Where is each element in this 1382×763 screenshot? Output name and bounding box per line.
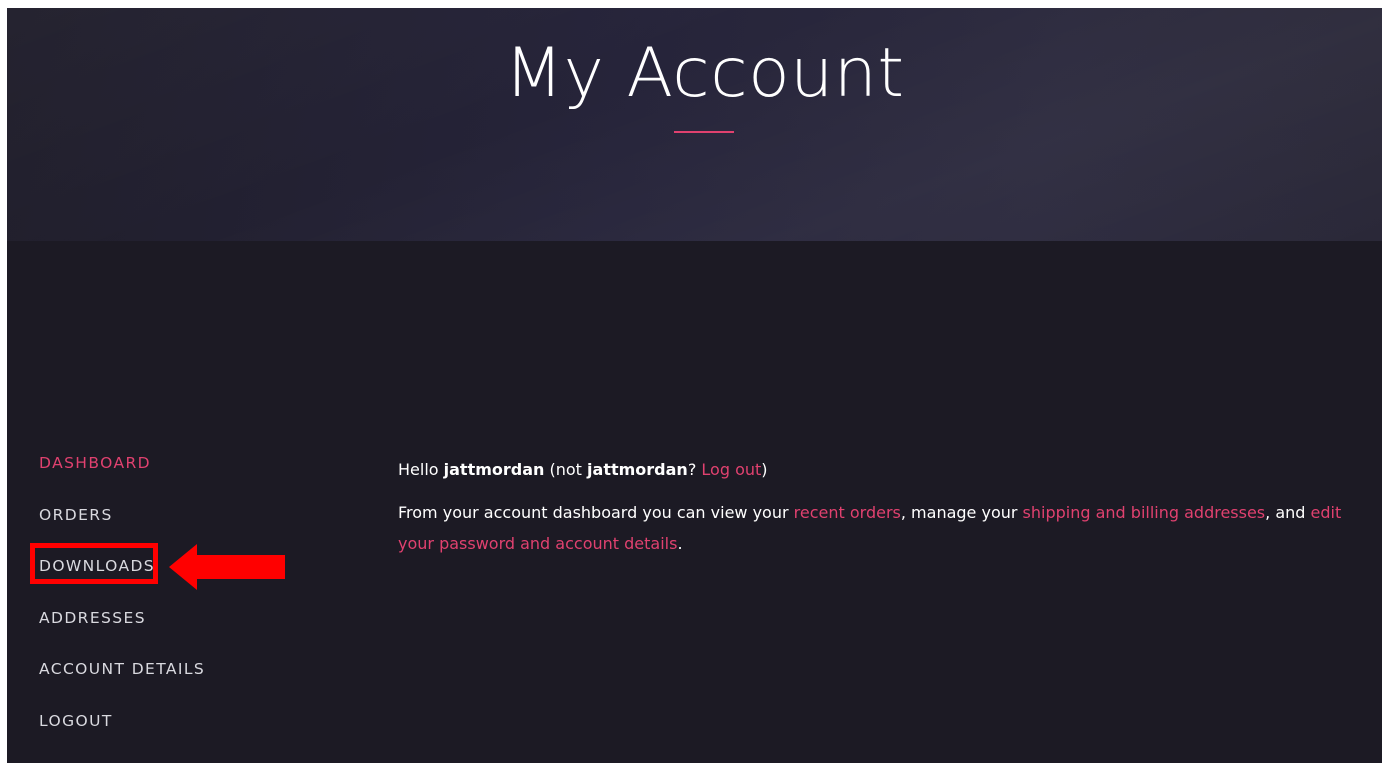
greeting-question: ? xyxy=(687,460,702,479)
nav-item-label: DASHBOARD xyxy=(39,454,151,472)
nav-item-logout[interactable]: LOGOUT xyxy=(39,706,205,758)
intro-part: , and xyxy=(1265,503,1311,522)
nav-item-account-details[interactable]: ACCOUNT DETAILS xyxy=(39,654,205,706)
dashboard-content: Hello jattmordan (not jattmordan? Log ou… xyxy=(398,454,1358,571)
recent-orders-link[interactable]: recent orders xyxy=(794,503,901,522)
username-again: jattmordan xyxy=(587,460,688,479)
annotation-arrow-icon xyxy=(169,544,285,590)
nav-item-label: ORDERS xyxy=(39,505,113,524)
intro-text: From your account dashboard you can view… xyxy=(398,497,1358,559)
intro-part: , manage your xyxy=(900,503,1023,522)
username: jattmordan xyxy=(443,460,545,479)
page-header-banner: My Account xyxy=(7,8,1382,241)
page-title: My Account xyxy=(504,34,905,113)
nav-item-label: LOGOUT xyxy=(39,711,113,730)
page-frame: My Account DASHBOARD ORDERS DOWNLOADS AD… xyxy=(7,8,1382,763)
title-underline xyxy=(674,131,734,133)
nav-item-label: ACCOUNT DETAILS xyxy=(39,660,206,678)
greeting-hello: Hello xyxy=(398,460,444,479)
nav-item-label: ADDRESSES xyxy=(39,608,146,627)
account-navigation: DASHBOARD ORDERS DOWNLOADS ADDRESSES ACC… xyxy=(39,448,205,757)
logout-link[interactable]: Log out xyxy=(701,460,761,479)
annotation-highlight-box xyxy=(30,543,158,584)
intro-part: . xyxy=(677,534,683,553)
greeting-close: ) xyxy=(761,460,768,479)
nav-item-dashboard[interactable]: DASHBOARD xyxy=(39,448,205,500)
intro-part: From your account dashboard you can view… xyxy=(398,503,794,522)
addresses-link[interactable]: shipping and billing addresses xyxy=(1023,503,1266,522)
greeting-not: (not xyxy=(544,460,588,479)
nav-item-addresses[interactable]: ADDRESSES xyxy=(39,603,205,655)
greeting-text: Hello jattmordan (not jattmordan? Log ou… xyxy=(398,454,1358,485)
